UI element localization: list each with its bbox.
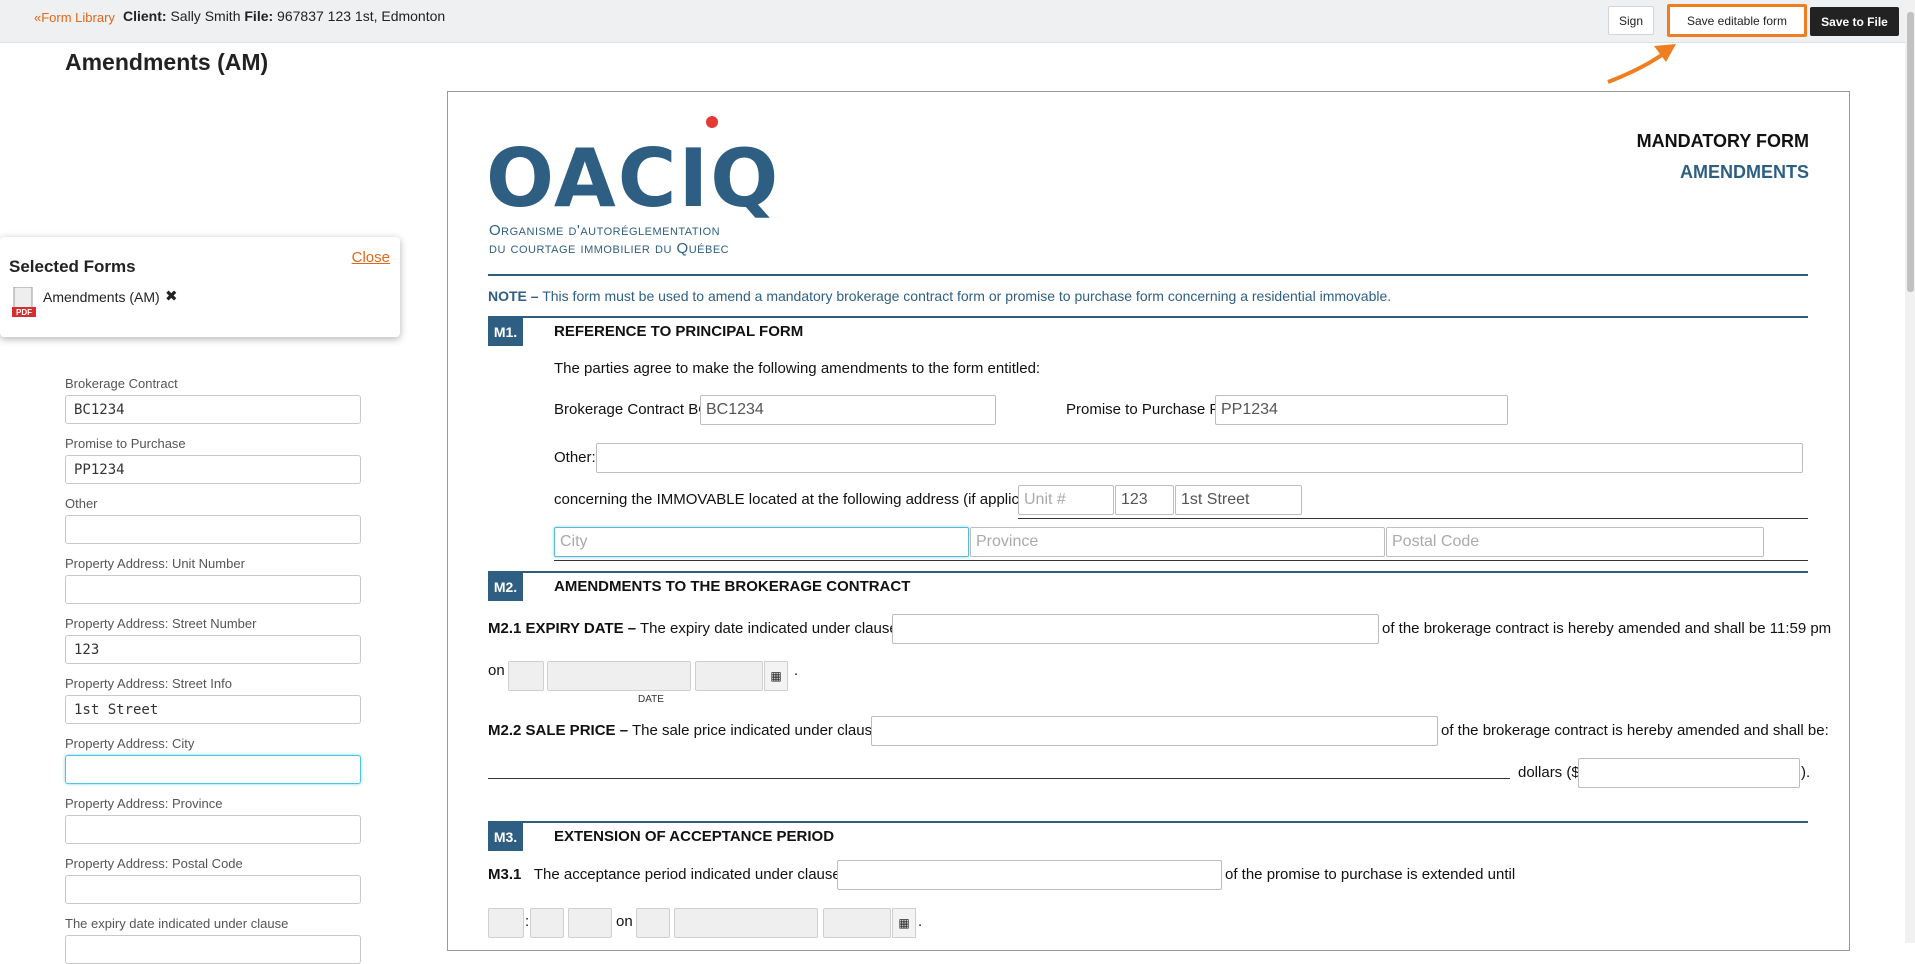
selected-forms-panel: Selected Forms Close PDF Amendments (AM)…	[0, 237, 400, 337]
divider	[488, 316, 1808, 318]
other-field: Other	[65, 496, 361, 544]
sale-clause-doc-input[interactable]	[871, 716, 1438, 746]
m22-text: M2.2 SALE PRICE – The sale price indicat…	[488, 722, 881, 739]
m21-after: of the brokerage contract is hereby amen…	[1382, 620, 1832, 637]
acceptance-year-input[interactable]	[823, 908, 891, 938]
postal-code-field: Property Address: Postal Code	[65, 856, 361, 904]
sign-button[interactable]: Sign	[1608, 6, 1654, 35]
divider	[488, 274, 1808, 276]
on-label: on	[488, 662, 505, 679]
section-m3-badge: M3.	[488, 823, 523, 851]
section-m2-badge: M2.	[488, 573, 523, 601]
close-paren: ).	[1801, 764, 1811, 781]
minute-input[interactable]	[530, 908, 564, 938]
city-doc-input[interactable]: City	[554, 527, 969, 557]
mandatory-form-heading: MANDATORY FORM	[1636, 131, 1809, 151]
other-input[interactable]	[65, 515, 361, 544]
client-info: Client: Sally Smith File: 967837 123 1st…	[123, 8, 446, 24]
period: .	[794, 662, 799, 679]
province-input[interactable]	[65, 815, 361, 844]
close-link[interactable]: Close	[352, 249, 390, 266]
street-info-doc-input[interactable]: 1st Street	[1175, 485, 1302, 515]
amendments-heading: AMENDMENTS	[1680, 162, 1809, 182]
promise-to-purchase-field: Promise to Purchase PP1234	[65, 436, 361, 484]
ampm-input[interactable]	[568, 908, 612, 938]
top-toolbar: «Form Library Client: Sally Smith File: …	[0, 0, 1915, 43]
pp-label: Promise to Purchase PP	[1066, 401, 1230, 418]
selected-forms-title: Selected Forms	[9, 257, 136, 276]
m31-text: M3.1 The acceptance period indicated und…	[488, 866, 841, 883]
promise-to-purchase-input[interactable]: PP1234	[65, 455, 361, 484]
m21-text: M2.1 EXPIRY DATE – The expiry date indic…	[488, 620, 898, 637]
period-m3: .	[918, 913, 923, 930]
acceptance-month-input[interactable]	[674, 908, 818, 938]
divider	[488, 821, 1808, 823]
province-field: Property Address: Province	[65, 796, 361, 844]
page-title: Amendments (AM)	[65, 49, 269, 75]
underline	[488, 778, 1510, 779]
unit-number-field: Property Address: Unit Number	[65, 556, 361, 604]
scrollbar-thumb[interactable]	[1907, 12, 1914, 292]
expiry-day-input[interactable]	[508, 661, 544, 691]
date-label: DATE	[638, 694, 664, 705]
selected-form-name: Amendments (AM)	[43, 289, 160, 305]
on-label-m3: on	[616, 913, 633, 930]
svg-text:PDF: PDF	[16, 308, 32, 317]
calendar-icon[interactable]: ▦	[764, 661, 788, 691]
divider	[488, 571, 1808, 573]
brokerage-contract-input[interactable]: BC1234	[65, 395, 361, 424]
bc-input[interactable]: BC1234	[700, 395, 996, 425]
acceptance-clause-input[interactable]	[837, 860, 1222, 890]
street-info-field: Property Address: Street Info 1st Street	[65, 676, 361, 724]
expiry-year-input[interactable]	[695, 661, 763, 691]
logo-dot-icon	[706, 116, 718, 128]
pdf-icon: PDF	[12, 287, 36, 317]
expiry-month-input[interactable]	[547, 661, 691, 691]
pp-input[interactable]: PP1234	[1215, 395, 1508, 425]
m22-after: of the brokerage contract is hereby amen…	[1441, 722, 1829, 739]
m1-intro: The parties agree to make the following …	[554, 360, 1041, 377]
dollars-input[interactable]	[1578, 758, 1800, 788]
m31-after: of the promise to purchase is extended u…	[1225, 866, 1516, 883]
bc-label: Brokerage Contract BC	[554, 401, 710, 418]
save-to-file-button[interactable]: Save to File	[1810, 7, 1899, 36]
form-note: NOTE – This form must be used to amend a…	[488, 288, 1392, 304]
calendar-icon[interactable]: ▦	[892, 908, 916, 938]
time-colon: :	[525, 913, 530, 930]
expiry-clause-doc-input[interactable]	[892, 614, 1379, 644]
form-library-link[interactable]: «Form Library	[34, 10, 115, 25]
street-number-input[interactable]: 123	[65, 635, 361, 664]
address-label: concerning the IMMOVABLE located at the …	[554, 491, 1057, 508]
unit-input[interactable]: Unit #	[1018, 485, 1114, 515]
street-number-doc-input[interactable]: 123	[1115, 485, 1174, 515]
underline	[554, 560, 1808, 561]
section-m1-title: REFERENCE TO PRINCIPAL FORM	[554, 323, 804, 340]
expiry-clause-field: The expiry date indicated under clause	[65, 916, 361, 964]
section-m1-badge: M1.	[488, 318, 523, 346]
city-input[interactable]	[65, 755, 361, 784]
section-m2-title: AMENDMENTS TO THE BROKERAGE CONTRACT	[554, 578, 911, 595]
page-scrollbar[interactable]	[1905, 0, 1915, 943]
expiry-clause-input[interactable]	[65, 935, 361, 964]
doc-other-input[interactable]	[596, 443, 1803, 473]
brokerage-contract-field: Brokerage Contract BC1234	[65, 376, 361, 424]
street-number-field: Property Address: Street Number 123	[65, 616, 361, 664]
province-doc-input[interactable]: Province	[970, 527, 1385, 557]
city-field: Property Address: City	[65, 736, 361, 784]
underline	[1018, 518, 1808, 519]
other-label: Other:	[554, 449, 596, 466]
section-m3-title: EXTENSION OF ACCEPTANCE PERIOD	[554, 828, 835, 845]
remove-form-icon[interactable]: ✖	[165, 287, 178, 305]
postal-code-doc-input[interactable]: Postal Code	[1386, 527, 1764, 557]
postal-code-input[interactable]	[65, 875, 361, 904]
street-info-input[interactable]: 1st Street	[65, 695, 361, 724]
oaciq-logo: OACIQ Organisme d'autoréglementation du …	[486, 112, 806, 262]
save-editable-form-button[interactable]: Save editable form	[1667, 4, 1807, 37]
hour-input[interactable]	[488, 908, 524, 938]
acceptance-day-input[interactable]	[636, 908, 670, 938]
dollars-label: dollars ($	[1518, 764, 1580, 781]
annotation-arrow-icon	[1607, 44, 1676, 84]
unit-number-input[interactable]	[65, 575, 361, 604]
